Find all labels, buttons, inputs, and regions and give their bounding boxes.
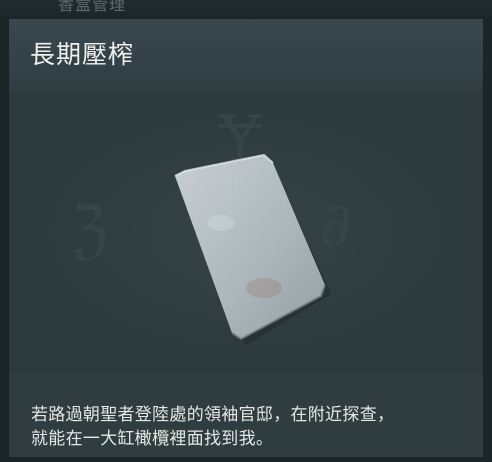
item-title: 長期壓榨 bbox=[30, 40, 135, 69]
item-header: 長期壓榨 bbox=[9, 19, 483, 93]
item-description-area: 若路過朝聖者登陸處的領袖官邸，在附近探查， 就能在一大缸橄欖裡面找到我。 bbox=[9, 373, 483, 457]
description-line: 就能在一大缸橄欖裡面找到我。 bbox=[31, 429, 274, 449]
item-description: 若路過朝聖者登陸處的領袖官邸，在附近探查， 就能在一大缸橄欖裡面找到我。 bbox=[31, 403, 471, 451]
item-detail-card: 長期壓榨 ℨ ∂ Ɏ 若路過朝聖者登陸處的領袖官邸，在附近探查， 就能在一大缸橄… bbox=[8, 18, 484, 457]
stone-slab-icon bbox=[174, 153, 331, 346]
description-line: 若路過朝聖者登陸處的領袖官邸，在附近探查， bbox=[31, 405, 395, 425]
item-image-area: ℨ ∂ Ɏ bbox=[9, 93, 483, 373]
header-partial-text: 香盒管理 bbox=[58, 0, 127, 14]
top-edge: 香盒管理 bbox=[0, 0, 492, 18]
